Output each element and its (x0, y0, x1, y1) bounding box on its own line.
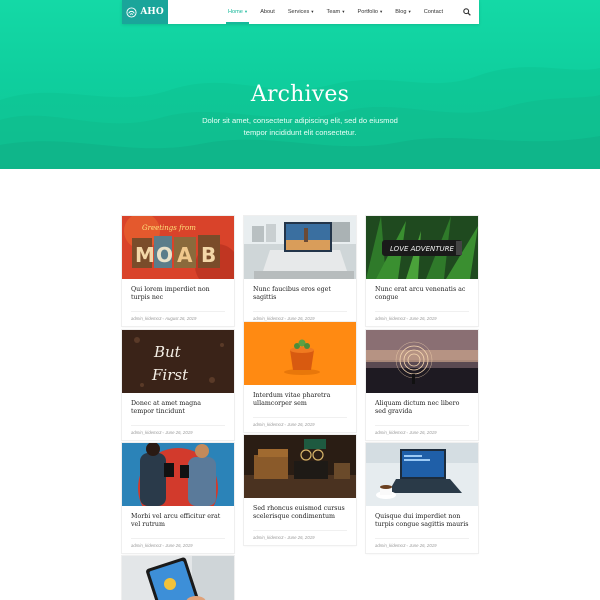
post-card[interactable] (122, 556, 234, 600)
post-thumbnail[interactable] (244, 322, 356, 385)
post-title[interactable]: Aliquam dictum nec libero sed gravida (375, 400, 469, 417)
post-thumbnail[interactable] (366, 443, 478, 506)
post-card[interactable]: Quisque dui imperdiet non turpis congue … (366, 443, 478, 553)
svg-text:B: B (201, 243, 216, 267)
post-meta: admin_kidemo3 ◦ August 26, 2019 (131, 311, 225, 326)
search-icon[interactable] (463, 8, 471, 16)
post-meta: admin_kidemo3 ◦ June 26, 2019 (253, 530, 347, 545)
hero-banner: Archives Dolor sit amet, consectetur adi… (0, 0, 600, 169)
post-card[interactable]: Aliquam dictum nec libero sed gravida ad… (366, 330, 478, 440)
nav-item-label: About (260, 9, 275, 15)
nav-item-home[interactable]: Home ▾ (225, 0, 250, 24)
post-meta: admin_kidemo3 ◦ June 26, 2019 (375, 425, 469, 440)
post-title[interactable]: Morbi vel arcu efficitur erat vel rutrum (131, 513, 225, 530)
logo-icon (126, 6, 137, 18)
post-thumbnail[interactable]: Greetings from M O A B (122, 216, 234, 279)
svg-text:A: A (177, 243, 193, 267)
nav-item-team[interactable]: Team ▾ (327, 0, 345, 24)
post-thumbnail[interactable] (122, 556, 234, 600)
page-subtitle: Dolor sit amet, consectetur adipiscing e… (202, 116, 398, 137)
main-nav: Home ▾ About Services ▾ Team ▾ Portfolio ▾ B… (225, 0, 456, 24)
post-card[interactable]: Sed rhoncus euismod cursus scelerisque c… (244, 435, 356, 545)
post-title[interactable]: Nunc faucibus eros eget sagittis (253, 286, 347, 303)
svg-text:Greetings from: Greetings from (142, 224, 196, 232)
chevron-down-icon: ▾ (342, 9, 345, 14)
logo-text: AHO (140, 7, 164, 17)
nav-item-label: Team (326, 9, 341, 15)
chevron-down-icon: ▾ (408, 9, 411, 14)
post-thumbnail[interactable] (122, 443, 234, 506)
nav-item-label: Home (228, 9, 243, 15)
post-card[interactable]: Morbi vel arcu efficitur erat vel rutrum… (122, 443, 234, 553)
nav-item-portfolio[interactable]: Portfolio ▾ (357, 0, 382, 24)
nav-item-label: Contact (423, 9, 444, 15)
post-title[interactable]: Qui lorem imperdiet non turpis nec (131, 286, 225, 303)
chevron-down-icon: ▾ (380, 9, 383, 14)
post-title[interactable]: Quisque dui imperdiet non turpis congue … (375, 513, 469, 530)
post-card[interactable]: Nunc faucibus eros eget sagittis admin_k… (244, 216, 356, 326)
chevron-down-icon: ▾ (244, 9, 248, 14)
page-title: Archives (250, 82, 350, 107)
post-card[interactable]: Interdum vitae pharetra ullamcorper sem … (244, 322, 356, 432)
nav-item-contact[interactable]: Contact (424, 0, 443, 24)
chevron-down-icon: ▾ (311, 9, 314, 14)
post-title[interactable]: Interdum vitae pharetra ullamcorper sem (253, 392, 347, 409)
post-thumbnail[interactable] (244, 435, 356, 498)
post-meta: admin_kidemo3 ◦ June 26, 2019 (253, 417, 347, 432)
svg-text:But: But (153, 343, 182, 361)
nav-item-blog[interactable]: Blog ▾ (395, 0, 410, 24)
post-title[interactable]: Donec at amet magna tempor tincidunt (131, 400, 225, 417)
site-logo[interactable]: AHO (122, 0, 168, 24)
post-meta: admin_kidemo3 ◦ June 26, 2019 (131, 538, 225, 553)
svg-text:First: First (151, 366, 189, 384)
post-title[interactable]: Nunc erat arcu venenatis ac congue (375, 286, 469, 303)
nav-item-services[interactable]: Services ▾ (288, 0, 314, 24)
nav-item-label: Services (287, 9, 310, 15)
post-card[interactable]: LOVE ADVENTURE Nunc erat arcu venenatis … (366, 216, 478, 326)
post-thumbnail[interactable] (366, 330, 478, 393)
nav-item-label: Portfolio (357, 9, 379, 15)
nav-item-label: Blog (395, 9, 407, 15)
post-meta: admin_kidemo3 ◦ June 26, 2019 (131, 425, 225, 440)
post-title[interactable]: Sed rhoncus euismod cursus scelerisque c… (253, 505, 347, 522)
svg-text:M: M (135, 243, 155, 267)
post-thumbnail[interactable]: LOVE ADVENTURE (366, 216, 478, 279)
post-card[interactable]: But First Donec at amet magna tempor tin… (122, 330, 234, 440)
post-meta: admin_kidemo3 ◦ June 26, 2019 (375, 311, 469, 326)
svg-text:LOVE ADVENTURE: LOVE ADVENTURE (390, 245, 455, 253)
post-thumbnail[interactable] (244, 216, 356, 279)
top-navbar: AHO Home ▾ About Services ▾ Team ▾ Portfoli… (122, 0, 479, 24)
post-thumbnail[interactable]: But First (122, 330, 234, 393)
post-card[interactable]: Greetings from M O A B Qui lorem imperdi… (122, 216, 234, 326)
post-meta: admin_kidemo3 ◦ June 26, 2019 (375, 538, 469, 553)
nav-item-about[interactable]: About (260, 0, 275, 24)
svg-text:O: O (156, 243, 173, 267)
